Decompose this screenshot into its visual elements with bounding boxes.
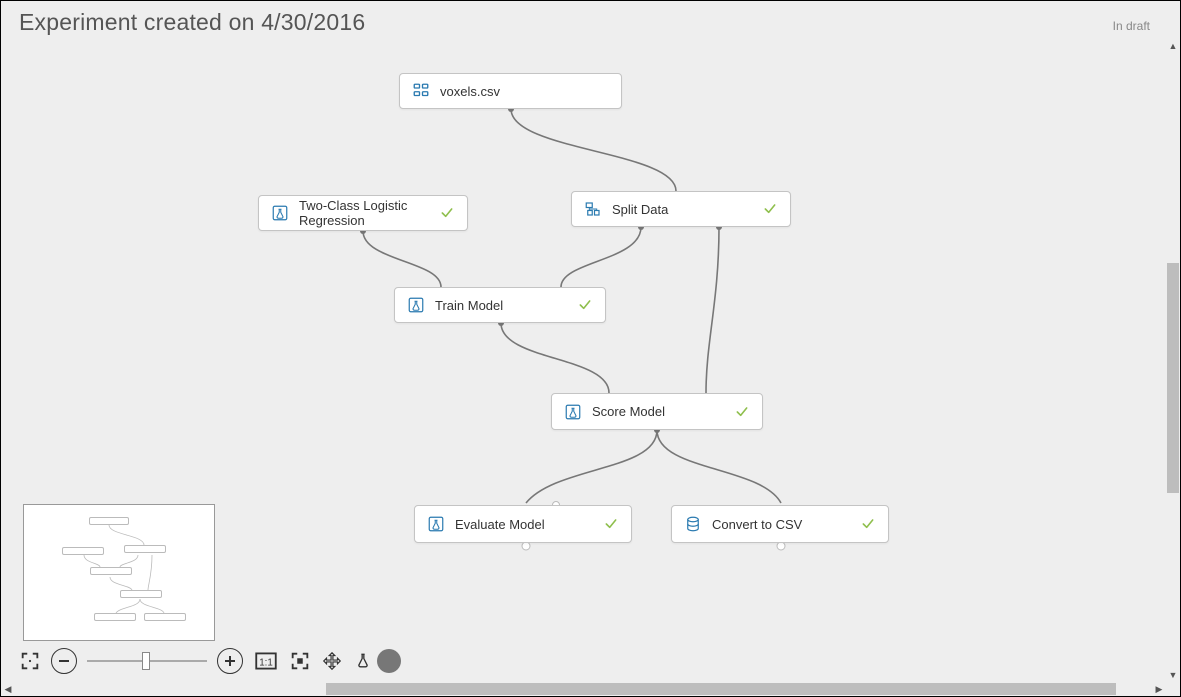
check-icon [860, 516, 876, 532]
minimap-node [89, 517, 129, 525]
node-label: Convert to CSV [712, 517, 850, 532]
pan-button[interactable] [321, 648, 343, 674]
minimap[interactable] [23, 504, 215, 641]
flask-icon [564, 403, 582, 421]
flask-icon [407, 296, 425, 314]
node-label: Score Model [592, 404, 724, 419]
flask-icon [427, 515, 445, 533]
experiment-canvas-window: Experiment created on 4/30/2016 In draft [0, 0, 1181, 697]
check-icon [734, 404, 750, 420]
toggle-knob[interactable] [377, 649, 401, 673]
minimap-node [120, 590, 162, 598]
check-icon [577, 297, 593, 313]
scroll-down-arrow-icon[interactable]: ▼ [1166, 668, 1180, 682]
scrollbar-thumb[interactable] [1167, 263, 1179, 493]
node-voxels-csv[interactable]: voxels.csv [399, 73, 622, 109]
vertical-scrollbar[interactable]: ▲ ▼ [1166, 39, 1180, 682]
scroll-left-arrow-icon[interactable]: ◀ [1, 682, 15, 696]
actual-size-button[interactable]: 1:1 [253, 648, 279, 674]
zoom-toolbar: 1:1 [19, 646, 401, 676]
node-label: Two-Class Logistic Regression [299, 198, 429, 228]
node-label: Train Model [435, 298, 567, 313]
zoom-in-button[interactable] [217, 648, 243, 674]
minimap-node [124, 545, 166, 553]
node-train-model[interactable]: Train Model [394, 287, 606, 323]
flask-toggle[interactable] [353, 649, 401, 673]
minimap-node [62, 547, 104, 555]
zoom-to-fit-button[interactable] [289, 648, 311, 674]
scroll-right-arrow-icon[interactable]: ▶ [1152, 682, 1166, 696]
svg-text:1:1: 1:1 [259, 657, 273, 668]
scrollbar-track[interactable] [1166, 53, 1180, 668]
node-split-data[interactable]: Split Data [571, 191, 791, 227]
flask-icon [353, 651, 373, 671]
horizontal-scrollbar[interactable]: ◀ ▶ [1, 682, 1166, 696]
scroll-up-arrow-icon[interactable]: ▲ [1166, 39, 1180, 53]
check-icon [439, 205, 455, 221]
scrollbar-thumb[interactable] [326, 683, 1116, 695]
dataset-icon [412, 82, 430, 100]
minimap-node [90, 567, 132, 575]
check-icon [762, 201, 778, 217]
zoom-out-button[interactable] [51, 648, 77, 674]
check-icon [603, 516, 619, 532]
node-label: Split Data [612, 202, 752, 217]
node-score-model[interactable]: Score Model [551, 393, 763, 430]
split-icon [584, 200, 602, 218]
zoom-handle[interactable] [142, 652, 150, 670]
minimap-node [94, 613, 136, 621]
node-evaluate-model[interactable]: Evaluate Model [414, 505, 632, 543]
zoom-slider[interactable] [87, 656, 207, 666]
fullscreen-button[interactable] [19, 648, 41, 674]
node-label: Evaluate Model [455, 517, 593, 532]
node-logistic-regression[interactable]: Two-Class Logistic Regression [258, 195, 468, 231]
node-convert-to-csv[interactable]: Convert to CSV [671, 505, 889, 543]
minimap-node [144, 613, 186, 621]
flask-icon [271, 204, 289, 222]
database-icon [684, 515, 702, 533]
node-label: voxels.csv [440, 84, 609, 99]
